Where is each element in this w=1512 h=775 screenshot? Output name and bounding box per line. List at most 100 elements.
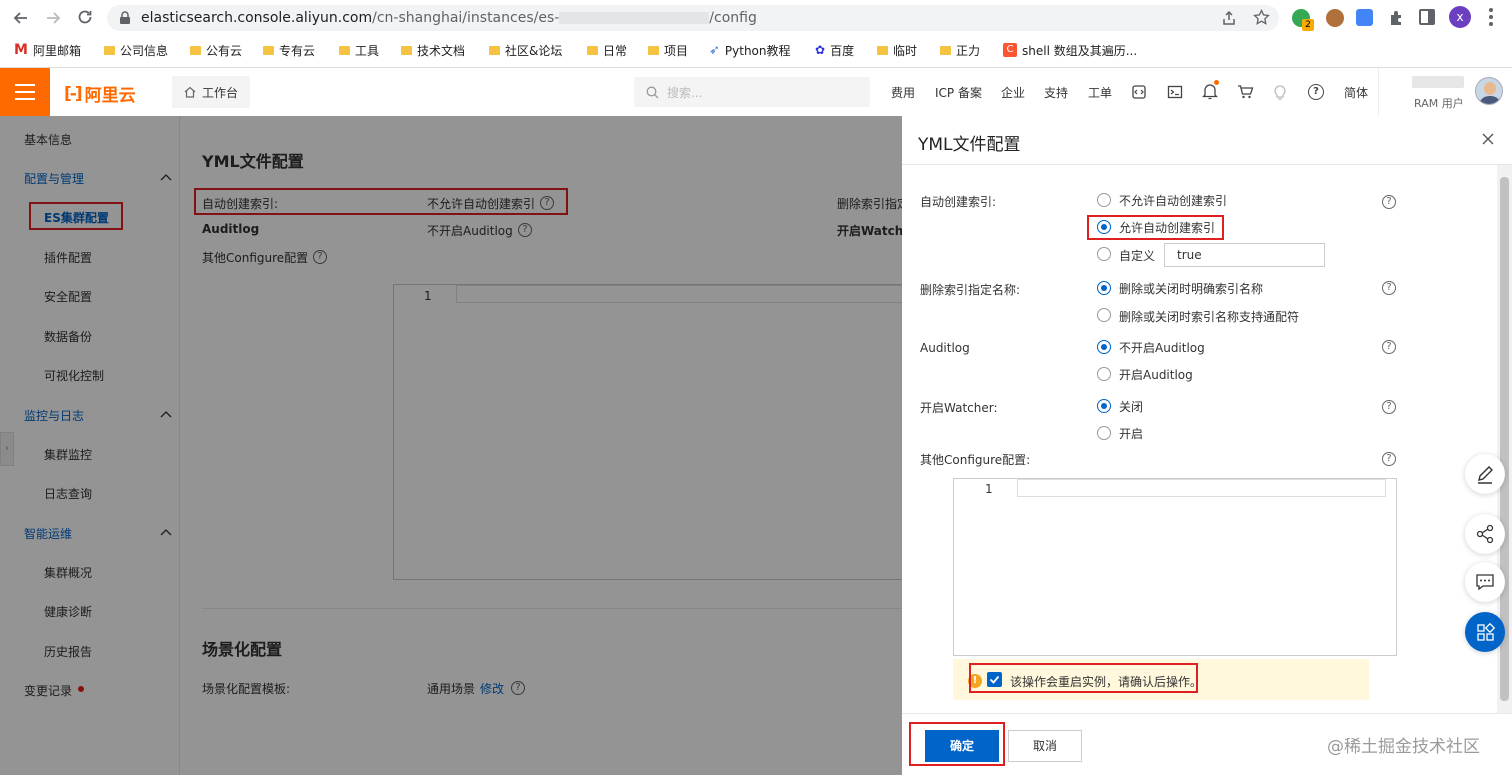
user-role: RAM 用户 [1414,97,1464,110]
search-icon [646,86,659,99]
bookmark-folder[interactable]: 日常 [587,41,627,59]
bulb-icon[interactable] [1273,84,1287,100]
chat-float-button[interactable] [1465,562,1505,602]
yml-code-editor[interactable]: 1 [953,478,1397,656]
search-placeholder: 搜索... [667,85,703,100]
radio-custom-auto-index[interactable] [1097,247,1111,261]
bookmark-folder[interactable]: 专有云 [263,41,315,59]
translate-icon[interactable] [1356,9,1373,26]
profile-avatar[interactable]: x [1449,6,1471,28]
monkey-extension-icon[interactable] [1326,9,1344,27]
hamburger-menu[interactable] [0,68,50,116]
lang-switch[interactable]: 简体 [1344,84,1368,101]
workbench-button[interactable]: 工作台 [172,76,250,108]
global-search-input[interactable]: 搜索... [634,77,870,107]
console-header: [-] 阿里云 工作台 搜索... 费用 ICP 备案 企业 支持 工单 ? 简… [0,68,1512,116]
nav-fee[interactable]: 费用 [891,84,915,101]
highlight-box [909,722,1005,766]
folder-icon [877,45,888,55]
bookmark-folder[interactable]: 公有云 [190,41,242,59]
radio-auditlog-off[interactable] [1097,340,1111,354]
bookmark-folder[interactable]: 公司信息 [104,41,168,59]
bookmark-folder[interactable]: 工具 [339,41,379,59]
site-c-icon: C [1003,43,1017,57]
radio-delete-explicit[interactable] [1097,281,1111,295]
radio-auditlog-on[interactable] [1097,367,1111,381]
folder-icon [263,45,274,55]
rocket-icon: ➶ [709,42,720,58]
help-icon[interactable]: ? [1308,84,1324,100]
option-auditlog-on[interactable]: 开启Auditlog [1119,366,1193,383]
apps-float-button[interactable] [1465,612,1505,652]
help-icon[interactable]: ? [1382,452,1396,466]
option-disallow-auto-index[interactable]: 不允许自动创建索引 [1119,192,1227,209]
help-icon[interactable]: ? [1382,281,1396,295]
edit-float-button[interactable] [1465,454,1505,494]
bookmark-mail[interactable]: M 阿里邮箱 [14,41,81,59]
bookmark-baidu[interactable]: ✿ 百度 [815,41,854,59]
share-float-button[interactable] [1465,514,1505,554]
auto-index-label: 自动创建索引: [920,195,997,209]
option-watcher-on[interactable]: 开启 [1119,425,1143,442]
code-icon[interactable] [1131,84,1147,100]
bookmark-folder[interactable]: 技术文档 [401,41,465,59]
header-divider [1378,68,1379,116]
highlight-box [1087,215,1224,240]
help-icon[interactable]: ? [1382,340,1396,354]
modal-mask[interactable] [0,116,902,775]
option-delete-wildcard[interactable]: 删除或关闭时索引名称支持通配符 [1119,308,1299,325]
nav-support[interactable]: 支持 [1044,84,1068,101]
custom-auto-index-input[interactable]: true [1164,243,1325,267]
forward-icon[interactable] [44,9,62,27]
url-path-start: /cn-shanghai/instances/es- [372,10,560,26]
radio-delete-wildcard[interactable] [1097,308,1111,322]
help-icon[interactable]: ? [1382,400,1396,414]
folder-icon [190,45,201,55]
star-icon[interactable] [1253,9,1270,26]
cancel-button[interactable]: 取消 [1008,730,1082,762]
drawer-title-divider [902,164,1512,165]
option-delete-explicit[interactable]: 删除或关闭时明确索引名称 [1119,280,1263,297]
auditlog-label: Auditlog [920,341,970,355]
nav-icp[interactable]: ICP 备案 [935,84,982,101]
bookmark-folder[interactable]: 项目 [648,41,688,59]
url-text: elasticsearch.console.aliyun.com/cn-shan… [141,10,757,26]
bookmark-folder[interactable]: 社区&论坛 [489,41,562,59]
radio-watcher-on[interactable] [1097,426,1111,440]
option-watcher-off[interactable]: 关闭 [1119,398,1143,415]
address-bar[interactable]: elasticsearch.console.aliyun.com/cn-shan… [107,5,1279,31]
url-host: elasticsearch.console.aliyun.com [141,10,373,26]
nav-enterprise[interactable]: 企业 [1001,84,1025,101]
terminal-icon[interactable] [1167,84,1183,100]
active-line [1017,479,1386,497]
watermark: @稀土掘金技术社区 [1327,737,1480,757]
folder-icon [339,45,350,55]
option-custom-auto-index[interactable]: 自定义 [1119,247,1155,264]
cart-icon[interactable] [1237,84,1254,100]
bookmark-python[interactable]: ➶ Python教程 [709,41,791,59]
line-number: 1 [985,482,993,496]
back-icon[interactable] [12,9,30,27]
sidepanel-icon[interactable] [1419,9,1435,25]
bookmark-folder[interactable]: 临时 [877,41,917,59]
radio-watcher-off[interactable] [1097,399,1111,413]
help-icon[interactable]: ? [1382,195,1396,209]
share-icon[interactable] [1221,10,1237,26]
folder-icon [940,45,951,55]
reload-icon[interactable] [76,8,94,26]
menu-icon[interactable] [1489,8,1493,26]
radio-disallow-auto-index[interactable] [1097,193,1111,207]
delete-index-label: 删除索引指定名称: [920,283,1021,297]
bookmark-folder[interactable]: 正力 [940,41,980,59]
bookmark-shell[interactable]: Cshell 数组及其遍历... [1003,41,1137,59]
aliyun-logo[interactable]: [-] 阿里云 [64,81,136,107]
option-auditlog-off[interactable]: 不开启Auditlog [1119,339,1205,356]
extension-badge: 2 [1302,19,1314,31]
drawer-footer-divider [902,713,1512,714]
nav-ticket[interactable]: 工单 [1088,84,1112,101]
bell-icon[interactable] [1202,80,1219,100]
user-avatar[interactable] [1475,77,1503,105]
account-name-redacted [1412,76,1464,88]
puzzle-icon[interactable] [1388,9,1406,27]
close-icon[interactable] [1482,133,1494,145]
